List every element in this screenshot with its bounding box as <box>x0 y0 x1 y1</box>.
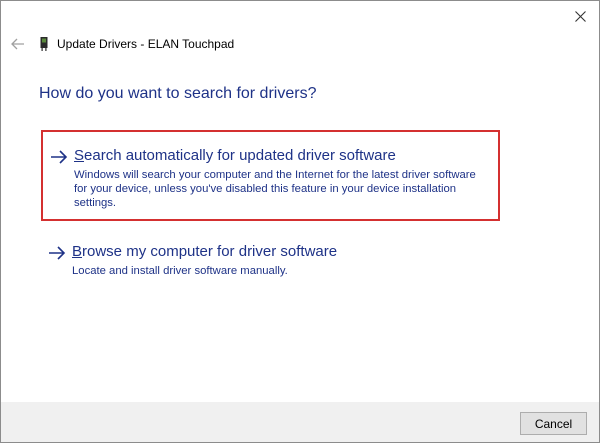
option-title-text: rowse my computer for driver software <box>82 243 338 260</box>
option-body: Search automatically for updated driver … <box>74 146 492 210</box>
search-automatically-option[interactable]: Search automatically for updated driver … <box>41 130 500 221</box>
option-title-text: earch automatically for updated driver s… <box>84 147 396 164</box>
browse-computer-option[interactable]: Browse my computer for driver software L… <box>47 242 487 278</box>
device-manager-icon <box>39 36 49 52</box>
update-drivers-dialog: Update Drivers - ELAN Touchpad How do yo… <box>0 0 600 443</box>
close-icon <box>574 10 586 22</box>
option-title: Search automatically for updated driver … <box>74 146 492 166</box>
option-body: Browse my computer for driver software L… <box>72 242 337 278</box>
option-title-accelerator: S <box>74 147 85 164</box>
cancel-button[interactable]: Cancel <box>520 412 587 435</box>
back-arrow-icon <box>11 38 24 50</box>
option-title-accelerator: B <box>72 243 83 260</box>
back-button[interactable] <box>9 35 27 53</box>
page-heading: How do you want to search for drivers? <box>39 85 317 102</box>
option-description: Windows will search your computer and th… <box>74 169 476 209</box>
arrow-right-icon <box>47 243 67 263</box>
option-title: Browse my computer for driver software <box>72 242 337 262</box>
arrow-right-icon <box>49 147 69 167</box>
window-title: Update Drivers - ELAN Touchpad <box>57 37 235 51</box>
dialog-footer: Cancel <box>1 402 599 442</box>
close-button[interactable] <box>567 5 593 27</box>
wizard-header: Update Drivers - ELAN Touchpad <box>9 33 234 55</box>
option-description: Locate and install driver software manua… <box>72 265 288 277</box>
